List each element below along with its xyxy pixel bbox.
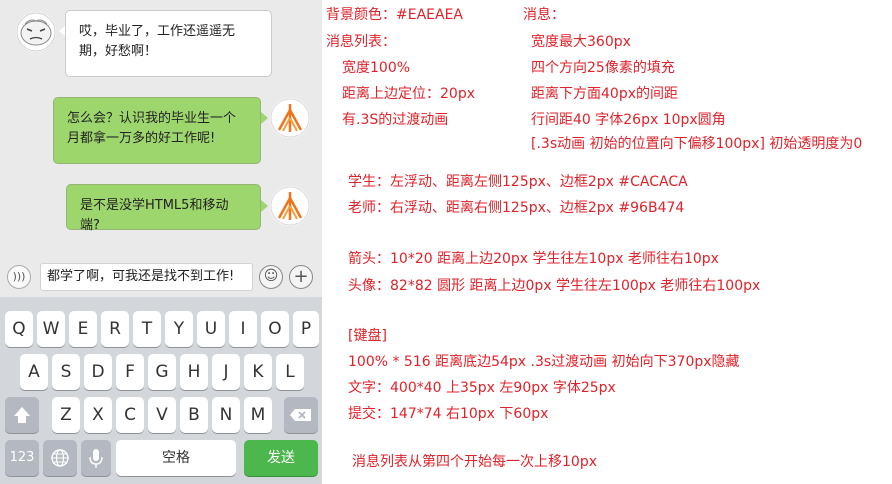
key-e[interactable]: E (69, 311, 97, 347)
note-arrow: 箭头：10*20 距离上边20px 学生往左10px 老师往右10px (348, 251, 719, 267)
shift-key[interactable] (5, 397, 39, 433)
key-c[interactable]: C (116, 397, 144, 433)
note-list-title: 消息列表： (326, 34, 396, 50)
send-button[interactable]: 发送 (244, 440, 318, 476)
note-msg-title: 消息： (523, 7, 565, 23)
key-b[interactable]: B (180, 397, 208, 433)
note-msg-font: 行间距40 字体26px 10px圆角 (531, 112, 726, 128)
student-avatar (16, 12, 56, 52)
teacher-logo-icon (270, 98, 310, 138)
key-j[interactable]: J (212, 354, 240, 390)
key-o[interactable]: O (261, 311, 289, 347)
key-l[interactable]: L (276, 354, 304, 390)
key-p[interactable]: P (293, 311, 319, 347)
microphone-icon (89, 449, 103, 468)
key-u[interactable]: U (197, 311, 225, 347)
teacher-message-2: 是不是没学HTML5和移动端? (66, 184, 261, 233)
globe-key[interactable] (43, 440, 77, 476)
spec-notes: 背景颜色：#EAEAEA 消息： 消息列表： 宽度最大360px 宽度100% … (322, 0, 892, 484)
teacher-message-1: 怎么会？认识我的毕业生一个 月都拿一万多的好工作呢! (53, 97, 261, 164)
teacher-bubble-arrow (261, 200, 268, 212)
key-y[interactable]: Y (165, 311, 193, 347)
key-h[interactable]: H (180, 354, 208, 390)
teacher-logo-icon (270, 186, 310, 226)
key-q[interactable]: Q (5, 311, 33, 347)
emoji-icon[interactable]: ☺ (259, 265, 283, 289)
chat-input-bar: ))) 都学了啊，可我还是找不到工作! ☺ + (0, 257, 322, 297)
note-kb-submit: 提交：147*74 右10px 下60px (348, 406, 549, 422)
student-face-icon (16, 12, 56, 52)
key-g[interactable]: G (148, 354, 176, 390)
chat-phone-screen: 哎，毕业了，工作还遥遥无 期，好愁啊！ 怎么会？认识我的毕业生一个 月都拿一万多… (0, 0, 322, 484)
note-avatar: 头像：82*82 圆形 距离上边0px 学生往左100px 老师往右100px (348, 278, 761, 294)
teacher-bubble-arrow (261, 112, 268, 124)
message-line: 哎，毕业了，工作还遥遥无 (79, 24, 236, 39)
key-n[interactable]: N (212, 397, 240, 433)
plus-icon[interactable]: + (289, 265, 313, 289)
keyboard: Q W E R T Y U I O P A S D F G H J K L Z … (0, 297, 322, 484)
key-s[interactable]: S (52, 354, 80, 390)
note-msg-padding: 四个方向25像素的填充 (531, 60, 675, 76)
note-kb-size: 100% * 516 距离底边54px .3s过渡动画 初始向下370px隐藏 (348, 354, 740, 370)
message-input[interactable]: 都学了啊，可我还是找不到工作! (40, 263, 253, 291)
note-list-top: 距离上边定位：20px (342, 86, 475, 102)
microphone-key[interactable] (81, 440, 111, 476)
globe-icon (51, 449, 69, 467)
note-kb-title: [键盘] (348, 328, 387, 344)
student-message-1: 哎，毕业了，工作还遥遥无 期，好愁啊！ (65, 10, 272, 77)
key-x[interactable]: X (84, 397, 112, 433)
note-list-transition: 有.3S的过渡动画 (342, 112, 449, 128)
note-shift-rule: 消息列表从第四个开始每一次上移10px (352, 454, 597, 470)
key-k[interactable]: K (244, 354, 272, 390)
note-teacher: 老师：右浮动、距离右侧125px、边框2px #96B474 (348, 200, 685, 216)
note-msg-max-width: 宽度最大360px (531, 34, 631, 50)
note-bg-color: 背景颜色：#EAEAEA (326, 7, 463, 23)
message-line: 期，好愁啊！ (79, 44, 158, 59)
key-a[interactable]: A (20, 354, 48, 390)
note-student: 学生：左浮动、距离左侧125px、边框2px #CACACA (348, 174, 688, 190)
key-r[interactable]: R (101, 311, 129, 347)
voice-icon[interactable]: ))) (7, 265, 31, 289)
key-v[interactable]: V (148, 397, 176, 433)
note-list-width: 宽度100% (342, 60, 411, 76)
note-msg-anim: [.3s动画 初始的位置向下偏移100px] 初始透明度为0 (531, 136, 863, 152)
key-i[interactable]: I (229, 311, 257, 347)
key-d[interactable]: D (84, 354, 112, 390)
key-t[interactable]: T (133, 311, 161, 347)
teacher-avatar (270, 98, 310, 138)
message-line: 怎么会？认识我的毕业生一个 (67, 111, 237, 126)
key-f[interactable]: F (116, 354, 144, 390)
message-line: 是不是没学HTML5和移动端? (80, 198, 229, 233)
teacher-avatar (270, 186, 310, 226)
space-key[interactable]: 空格 (116, 440, 236, 476)
note-kb-text: 文字：400*40 上35px 左90px 字体25px (348, 380, 616, 396)
message-line: 月都拿一万多的好工作呢! (67, 131, 216, 146)
note-msg-margin: 距离下方面40px的间距 (531, 86, 678, 102)
numbers-key[interactable]: 123 (5, 440, 39, 476)
key-m[interactable]: M (244, 397, 272, 433)
key-w[interactable]: W (37, 311, 65, 347)
backspace-icon (290, 409, 311, 421)
key-z[interactable]: Z (52, 397, 80, 433)
shift-arrow-icon (14, 407, 30, 423)
backspace-key[interactable] (284, 397, 318, 433)
